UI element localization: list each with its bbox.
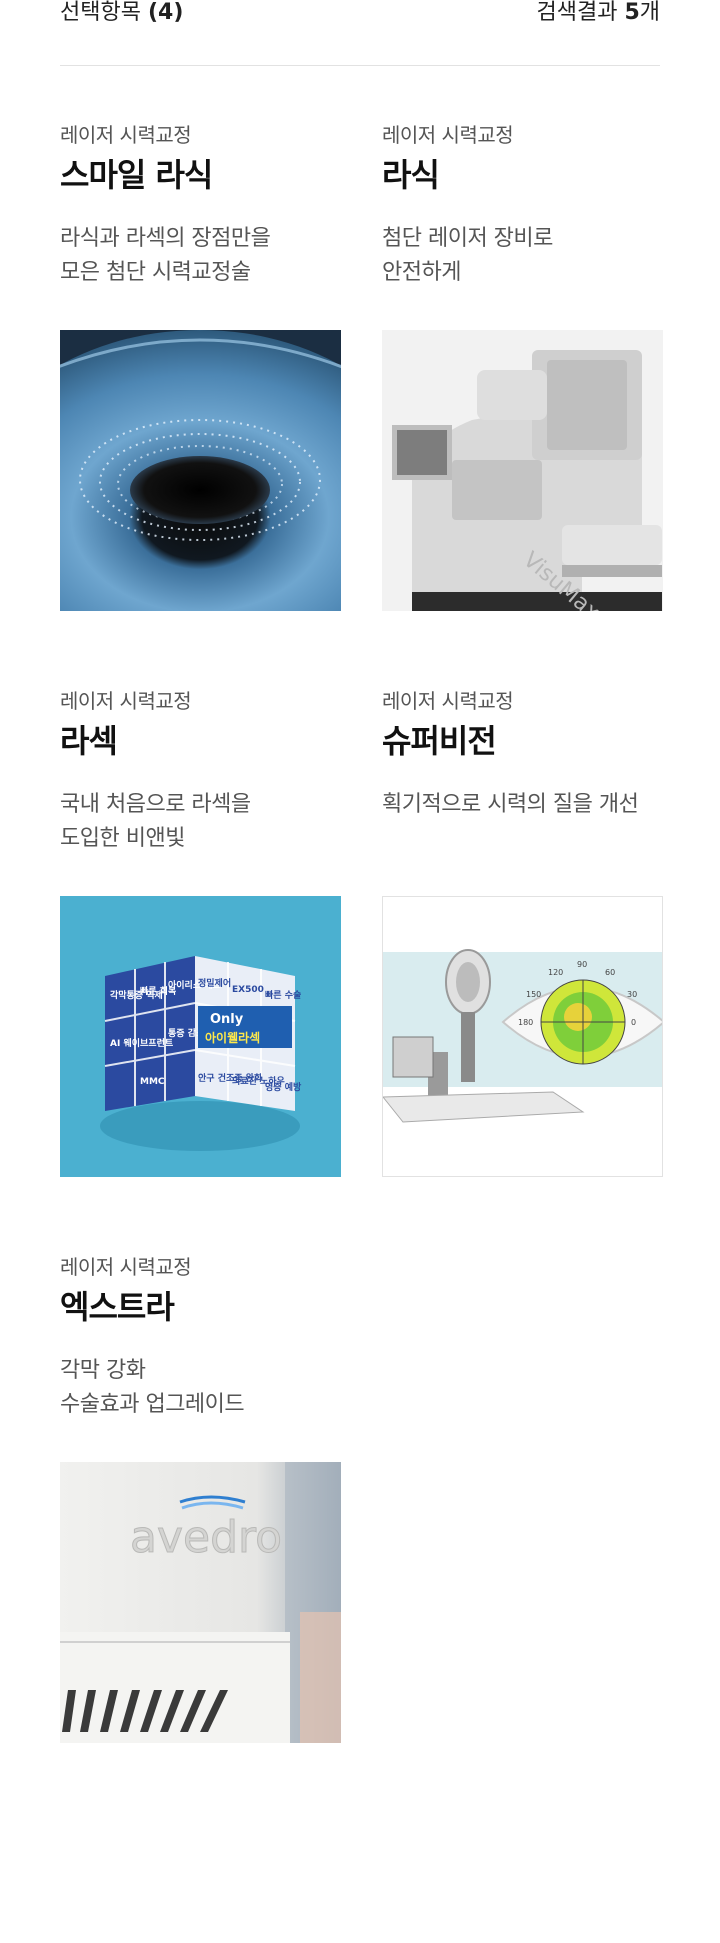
card-category: 레이저 시력교정 bbox=[382, 689, 514, 713]
result-card-extra[interactable]: 레이저 시력교정 엑스트라 각막 강화 수술효과 업그레이드 avedro bbox=[60, 1254, 341, 1744]
card-description: 각막 강화 수술효과 업그레이드 bbox=[60, 1354, 341, 1422]
result-unit: 개 bbox=[639, 0, 660, 25]
result-card-smile-lasik[interactable]: 레이저 시력교정 스마일 라식 라식과 라섹의 장점만을 모은 첨단 시력교정술 bbox=[60, 122, 341, 612]
search-results-page: 선택항목 (4) 검색결과 5개 레이저 시력교정 스마일 라식 라식과 라섹의… bbox=[0, 0, 720, 1943]
selected-items-summary: 선택항목 (4) bbox=[60, 0, 183, 26]
dial-label-0: 0 bbox=[631, 1018, 636, 1027]
cube-cell-7: AI 웨이브프런트 bbox=[110, 1037, 174, 1049]
visumax-laser-machine-image: VisuMax bbox=[382, 330, 663, 611]
cube-cell-5: EX500 bbox=[232, 985, 264, 995]
card-description-line: 국내 처음으로 라섹을 bbox=[60, 792, 251, 817]
card-description: 첨단 레이저 장비로 안전하게 bbox=[382, 222, 663, 290]
cube-cell-4: 정밀제어 bbox=[198, 977, 231, 989]
dial-label-90: 90 bbox=[577, 960, 587, 969]
dial-label-60: 60 bbox=[605, 968, 615, 977]
card-description-line: 안전하게 bbox=[382, 260, 461, 285]
selected-label: 선택항목 bbox=[60, 0, 141, 25]
search-result-summary: 검색결과 5개 bbox=[536, 0, 660, 26]
cube-brand-label: 아이웰라섹 bbox=[205, 1030, 260, 1045]
result-label: 검색결과 bbox=[536, 0, 618, 25]
card-description: 라식과 라섹의 장점만을 모은 첨단 시력교정술 bbox=[60, 222, 341, 290]
card-description-line: 첨단 레이저 장비로 bbox=[382, 226, 553, 251]
card-description-line: 각막 강화 bbox=[60, 1358, 146, 1383]
result-card-lasik[interactable]: 레이저 시력교정 라식 첨단 레이저 장비로 안전하게 VisuMax bbox=[382, 122, 663, 612]
cube-infographic-image: 각막통증 억제 빠른 회복 아이리스 레드 AI 웨이브프런트 통증 감소 MM… bbox=[60, 896, 341, 1177]
result-card-lasek[interactable]: 레이저 시력교정 라섹 국내 처음으로 라섹을 도입한 비앤빛 각막통증 억제 … bbox=[60, 688, 341, 1178]
card-description-line: 모은 첨단 시력교정술 bbox=[60, 260, 251, 285]
cube-only-label: Only bbox=[210, 1012, 244, 1027]
card-title: 엑스트라 bbox=[60, 1288, 175, 1326]
card-description-line: 수술효과 업그레이드 bbox=[60, 1392, 245, 1417]
card-category: 레이저 시력교정 bbox=[60, 689, 192, 713]
card-title: 슈퍼비전 bbox=[382, 722, 497, 760]
card-description: 획기적으로 시력의 질을 개선 bbox=[382, 788, 663, 822]
card-description: 국내 처음으로 라섹을 도입한 비앤빛 bbox=[60, 788, 341, 856]
result-count: 5 bbox=[624, 0, 640, 25]
card-title: 라섹 bbox=[60, 722, 118, 760]
card-category: 레이저 시력교정 bbox=[382, 123, 514, 147]
avedro-device-image: avedro bbox=[60, 1462, 341, 1743]
avedro-logo-text: avedro bbox=[130, 1512, 282, 1563]
summary-bar: 선택항목 (4) 검색결과 5개 bbox=[60, 0, 660, 66]
card-description-line: 획기적으로 시력의 질을 개선 bbox=[382, 792, 639, 817]
card-category: 레이저 시력교정 bbox=[60, 123, 192, 147]
cube-cell-12: 영증 예방 bbox=[265, 1081, 302, 1093]
card-description-line: 라식과 라섹의 장점만을 bbox=[60, 226, 271, 251]
cube-cell-9: MMC bbox=[140, 1077, 165, 1087]
card-title: 스마일 라식 bbox=[60, 156, 213, 194]
cube-cell-6: 빠른 수술 bbox=[265, 989, 301, 1001]
card-title: 라식 bbox=[382, 156, 440, 194]
result-card-supervision[interactable]: 레이저 시력교정 슈퍼비전 획기적으로 시력의 질을 개선 120 90 60 … bbox=[382, 688, 663, 1178]
card-description-line: 도입한 비앤빛 bbox=[60, 826, 185, 851]
topography-device-image: 120 90 60 150 30 180 0 bbox=[382, 896, 663, 1177]
dial-label-180: 180 bbox=[518, 1018, 533, 1027]
dial-label-30: 30 bbox=[627, 990, 637, 999]
eye-closeup-laser-image bbox=[60, 330, 341, 611]
card-category: 레이저 시력교정 bbox=[60, 1255, 192, 1279]
dial-label-150: 150 bbox=[526, 990, 541, 999]
dial-label-120: 120 bbox=[548, 968, 563, 977]
selected-count: (4) bbox=[147, 0, 184, 25]
